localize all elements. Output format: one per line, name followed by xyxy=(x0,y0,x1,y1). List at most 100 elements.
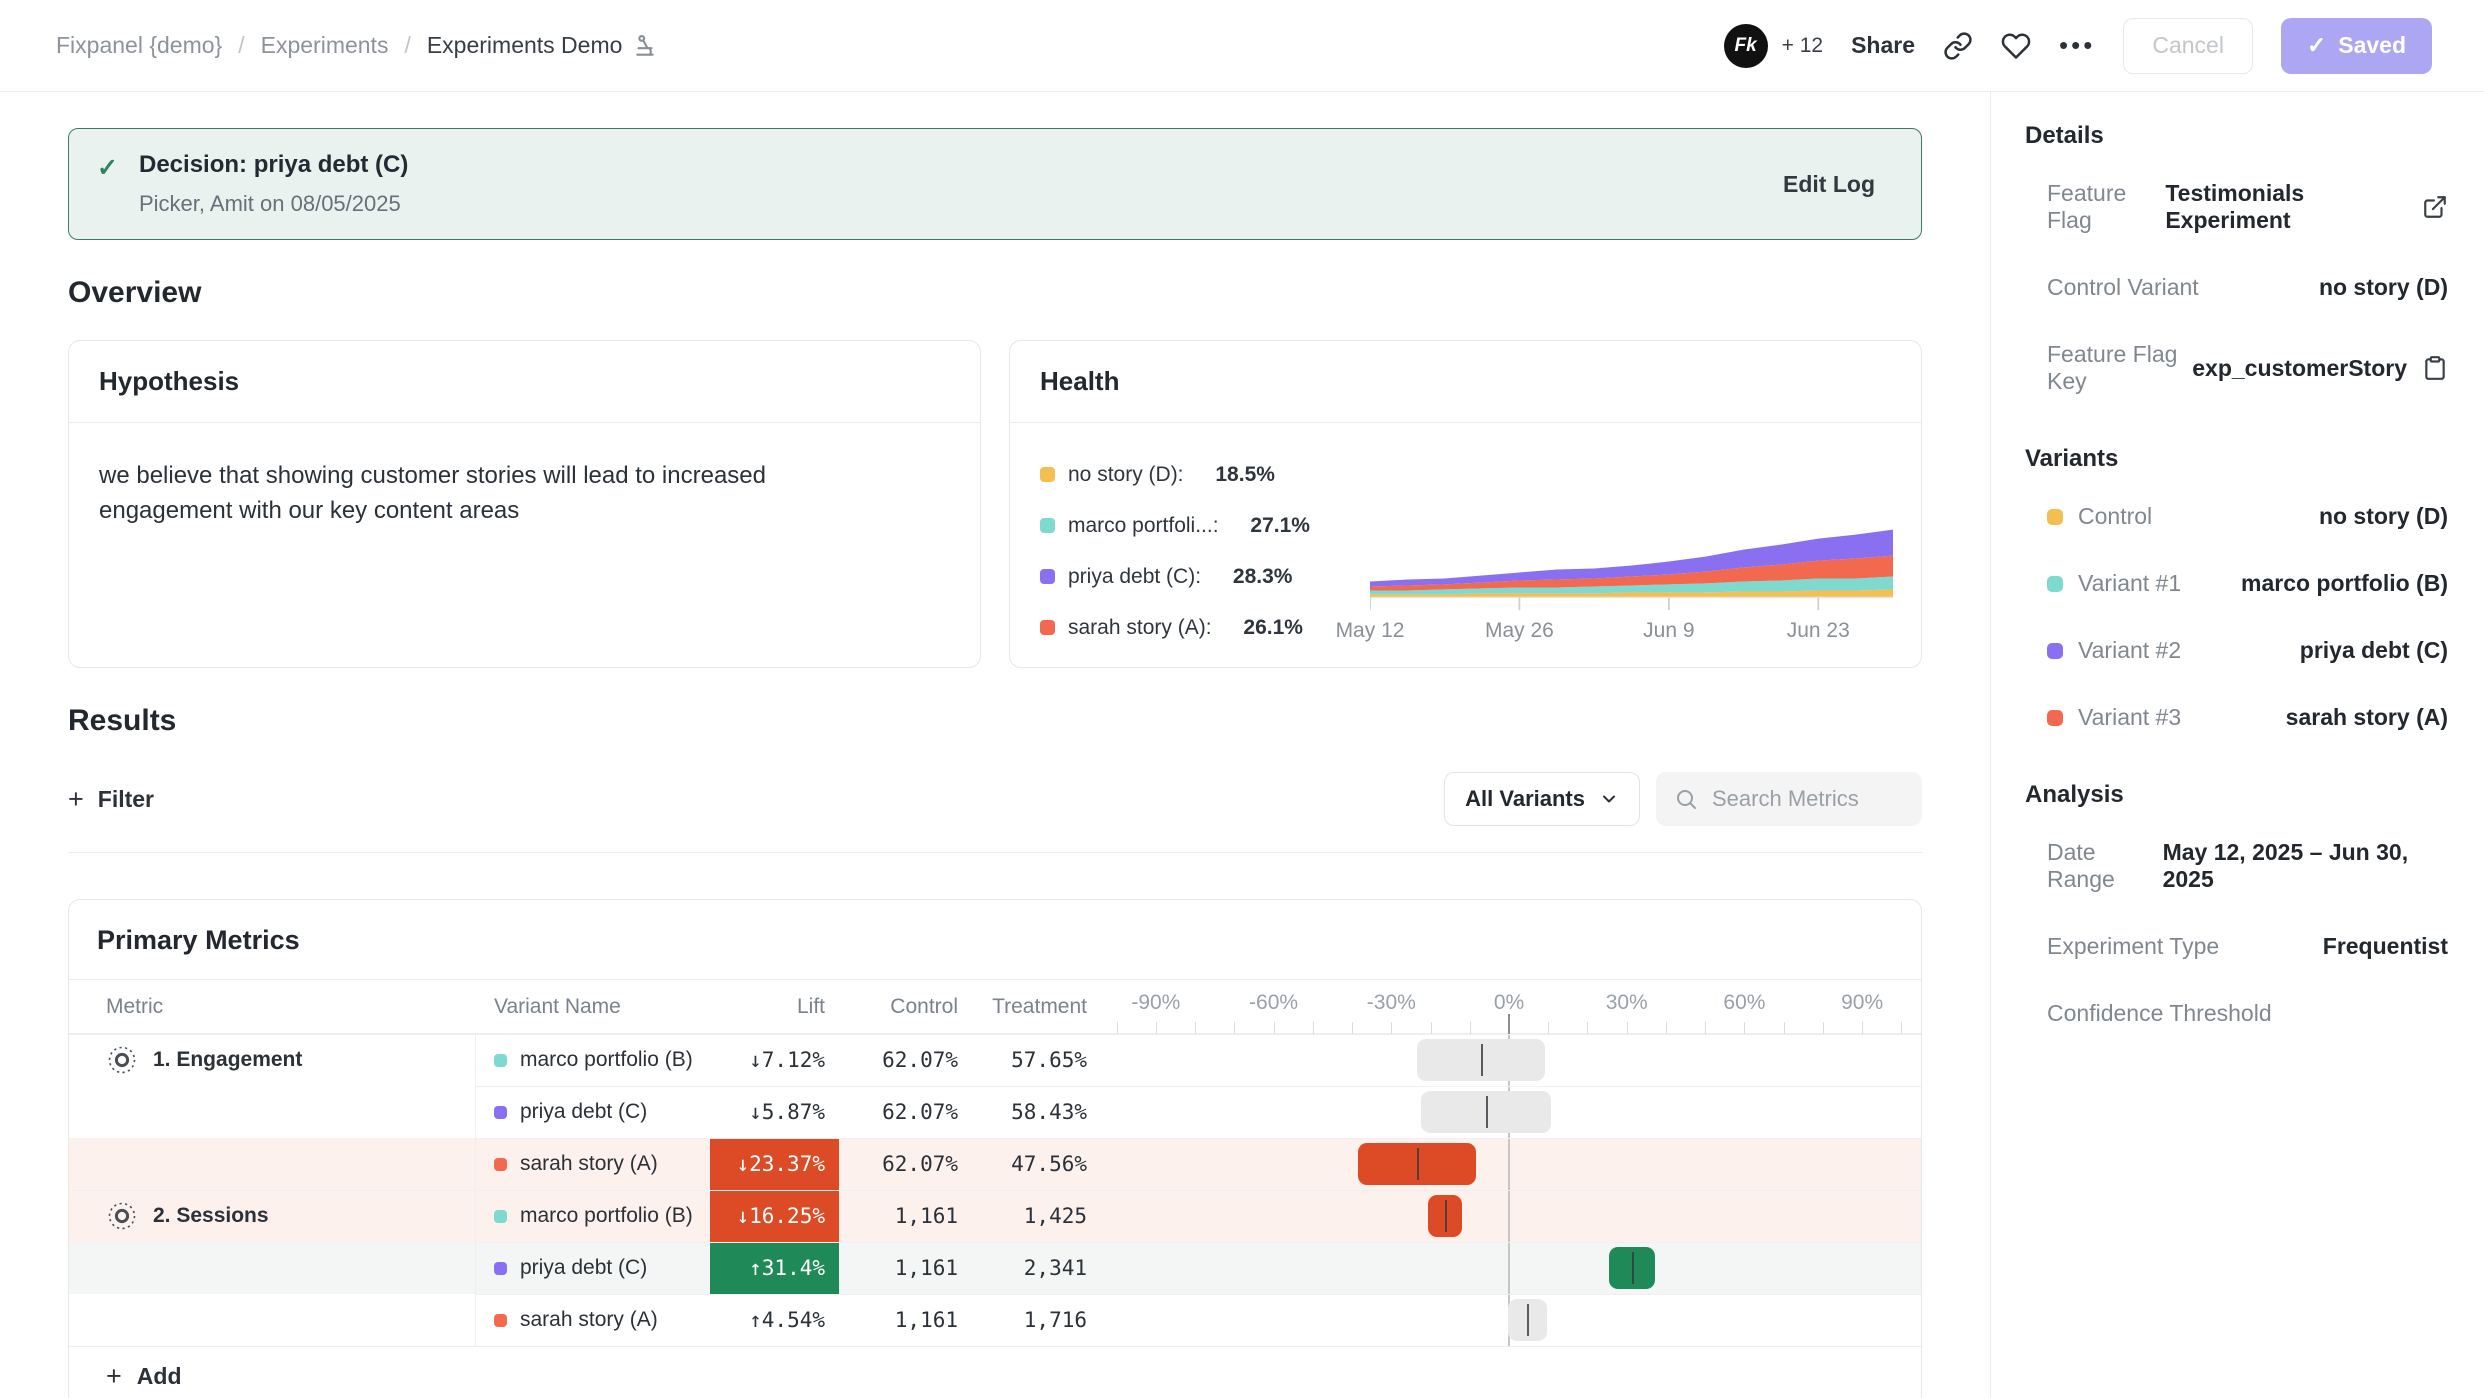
axis-minor-tick xyxy=(1391,1022,1392,1034)
edit-log-button[interactable]: Edit Log xyxy=(1783,171,1891,198)
share-button[interactable]: Share xyxy=(1851,32,1915,59)
health-card: Health no story (D): 18.5% marco portfol… xyxy=(1009,340,1922,668)
more-options-icon[interactable]: ••• xyxy=(2059,30,2095,61)
saved-button[interactable]: ✓ Saved xyxy=(2281,18,2432,74)
details-sidebar: Details Feature Flag Testimonials Experi… xyxy=(1990,92,2484,1398)
confidence-interval-bar xyxy=(1609,1247,1656,1289)
axis-minor-tick xyxy=(1470,1022,1471,1034)
health-legend-item: sarah story (A): 26.1% xyxy=(1040,616,1370,640)
sidebar-row-value: marco portfolio (B) xyxy=(2241,570,2448,597)
control-value: 62.07% xyxy=(839,1138,968,1190)
health-area-chart xyxy=(1370,443,1893,615)
legend-value: 28.3% xyxy=(1233,565,1293,589)
col-lift: Lift xyxy=(710,995,839,1019)
confidence-interval-cell xyxy=(1097,1034,1921,1086)
variant-color-chip xyxy=(494,1314,507,1327)
treatment-value: 47.56% xyxy=(968,1138,1097,1190)
axis-minor-tick xyxy=(1234,1022,1235,1034)
add-filter-button[interactable]: + Filter xyxy=(68,786,154,813)
external-link-icon[interactable] xyxy=(2422,194,2448,220)
primary-metrics-title: Primary Metrics xyxy=(69,900,1921,980)
clipboard-icon[interactable] xyxy=(2422,355,2448,381)
hypothesis-title: Hypothesis xyxy=(69,341,980,423)
axis-label: -60% xyxy=(1249,991,1298,1015)
table-row[interactable]: sarah story (A) ↓23.37% 62.07% 47.56% xyxy=(69,1138,1921,1190)
primary-metrics-card: Primary Metrics Metric Variant Name Lift… xyxy=(68,899,1922,1398)
x-axis-label: May 12 xyxy=(1336,619,1405,643)
sidebar-row-value: sarah story (A) xyxy=(2286,704,2448,731)
legend-label: marco portfoli...: xyxy=(1068,514,1219,538)
search-metrics-input[interactable] xyxy=(1712,786,1904,812)
breadcrumb-project[interactable]: Fixpanel {demo} xyxy=(56,32,222,59)
confidence-interval-bar xyxy=(1417,1039,1546,1081)
search-metrics-box[interactable] xyxy=(1656,772,1922,826)
health-legend-item: no story (D): 18.5% xyxy=(1040,463,1370,487)
health-x-axis: May 12May 26Jun 9Jun 23 xyxy=(1370,619,1893,651)
results-heading: Results xyxy=(68,704,1922,738)
lift-value: ↓16.25% xyxy=(710,1190,839,1242)
sidebar-row-value: no story (D) xyxy=(2319,503,2448,530)
table-row[interactable]: 2. Sessions marco portfolio (B) ↓16.25% … xyxy=(69,1190,1921,1242)
axis-label: 0% xyxy=(1494,991,1524,1015)
variant-name: sarah story (A) xyxy=(520,1308,658,1332)
decision-subtitle: Picker, Amit on 08/05/2025 xyxy=(139,191,1783,217)
axis-minor-tick xyxy=(1548,1022,1549,1034)
legend-label: no story (D): xyxy=(1068,463,1184,487)
app-window: Fixpanel {demo} / Experiments / Experime… xyxy=(0,0,2484,1398)
axis-minor-tick xyxy=(1705,1022,1706,1034)
variant-color-chip xyxy=(494,1054,507,1067)
plus-icon: + xyxy=(68,786,84,813)
table-row[interactable]: 1. Engagement marco portfolio (B) ↓7.12%… xyxy=(69,1034,1921,1086)
lift-value: ↑4.54% xyxy=(710,1294,839,1346)
legend-value: 18.5% xyxy=(1215,463,1275,487)
health-legend-item: marco portfoli...: 27.1% xyxy=(1040,514,1370,538)
table-row[interactable]: priya debt (C) ↓5.87% 62.07% 58.43% xyxy=(69,1086,1921,1138)
health-chart: May 12May 26Jun 9Jun 23 xyxy=(1370,443,1893,653)
avatar[interactable]: Fk xyxy=(1724,24,1768,68)
results-divider xyxy=(68,852,1922,853)
axis-minor-tick xyxy=(1274,1022,1275,1034)
axis-minor-tick xyxy=(1666,1022,1667,1034)
add-metric-button[interactable]: + Add xyxy=(69,1346,1921,1398)
copy-link-icon[interactable] xyxy=(1943,31,1973,61)
metric-target-icon xyxy=(106,1200,138,1232)
table-row[interactable]: priya debt (C) ↑31.4% 1,161 2,341 xyxy=(69,1242,1921,1294)
axis-minor-tick xyxy=(1627,1022,1628,1034)
sidebar-row: Feature Flag Key exp_customerStory xyxy=(2025,321,2448,415)
axis-minor-tick xyxy=(1117,1022,1118,1034)
variants-dropdown[interactable]: All Variants xyxy=(1444,772,1640,826)
sidebar-row: Variant #2 priya debt (C) xyxy=(2025,617,2448,684)
breadcrumb-experiments[interactable]: Experiments xyxy=(261,32,389,59)
decision-check-icon: ✓ xyxy=(97,151,139,183)
metric-name: 1. Engagement xyxy=(153,1048,302,1072)
collaborator-count[interactable]: + 12 xyxy=(1782,34,1823,58)
breadcrumb-separator: / xyxy=(238,32,244,59)
sidebar-row: Experiment Type Frequentist xyxy=(2025,913,2448,980)
sidebar-row: Control Variant no story (D) xyxy=(2025,254,2448,321)
axis-minor-tick xyxy=(1156,1022,1157,1034)
control-value: 62.07% xyxy=(839,1086,968,1138)
favorite-heart-icon[interactable] xyxy=(2001,31,2031,61)
axis-minor-tick xyxy=(1784,1022,1785,1034)
table-row[interactable]: sarah story (A) ↑4.54% 1,161 1,716 xyxy=(69,1294,1921,1346)
confidence-interval-cell xyxy=(1097,1086,1921,1138)
variants-section: Variants Control no story (D) Variant #1 xyxy=(2025,445,2448,751)
chevron-down-icon xyxy=(1599,789,1619,809)
confidence-interval-bar xyxy=(1428,1195,1463,1237)
axis-minor-tick xyxy=(1313,1022,1314,1034)
axis-minor-tick xyxy=(1744,1022,1745,1034)
lift-axis: -90%-60%-30%0%30%60%90% xyxy=(1097,980,1921,1034)
axis-label: 60% xyxy=(1723,991,1765,1015)
variants-heading: Variants xyxy=(2025,445,2448,473)
treatment-value: 1,716 xyxy=(968,1294,1097,1346)
axis-label: -30% xyxy=(1367,991,1416,1015)
sidebar-row-label: Variant #1 xyxy=(2078,570,2181,597)
sidebar-row-label: Variant #2 xyxy=(2078,637,2181,664)
sidebar-row: Variant #1 marco portfolio (B) xyxy=(2025,550,2448,617)
axis-minor-tick xyxy=(1901,1022,1902,1034)
variant-name: priya debt (C) xyxy=(520,1256,647,1280)
details-section: Details Feature Flag Testimonials Experi… xyxy=(2025,122,2448,415)
legend-color-chip xyxy=(1040,569,1055,584)
axis-minor-tick xyxy=(1587,1022,1588,1034)
cancel-button[interactable]: Cancel xyxy=(2123,18,2253,74)
